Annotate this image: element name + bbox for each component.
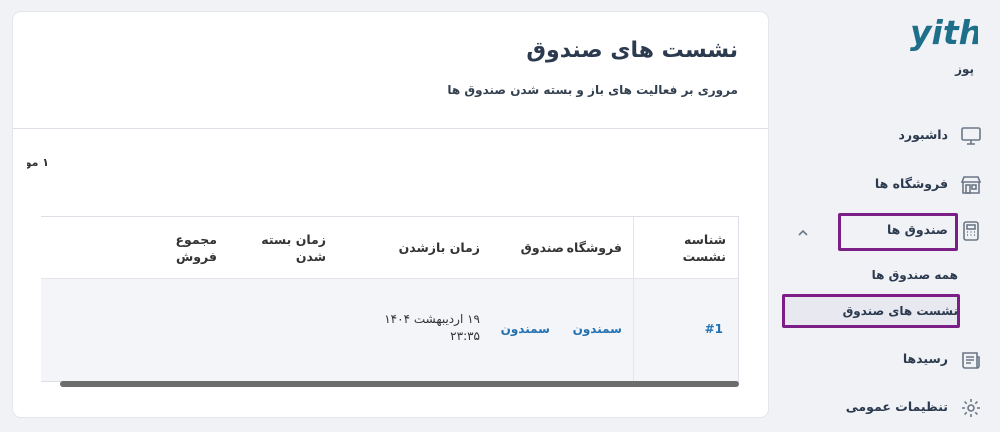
sidebar-subitem-all-registers[interactable]: همه صندوق ها [872,262,958,288]
sidebar-item-receipts[interactable]: رسیدها [792,345,982,375]
sidebar-item-label: داشبورد [898,127,948,142]
header-total-sales[interactable]: مجموع فروش [157,231,217,265]
yith-logo: yith [908,10,982,54]
svg-text:yith: yith [910,13,978,52]
store-icon [960,174,982,196]
sessions-highlight [782,294,960,328]
table-horizontal-scrollbar[interactable] [41,380,739,388]
sidebar-item-general-settings[interactable]: تنظیمات عمومی [792,393,982,423]
sidebar-item-dashboard[interactable]: داشبورد [792,121,982,151]
pagination-info: ۱ مورد [27,156,49,169]
header-store[interactable]: فروشگاه [567,239,622,256]
header-closed-at[interactable]: زمان بسته شدن [246,231,326,265]
session-id-link[interactable]: #1 [705,321,723,338]
header-register[interactable]: صندوق [521,239,564,256]
header-session-id[interactable]: شناسه نشست [666,231,726,265]
registers-highlight [838,213,958,251]
monitor-icon [960,125,982,147]
sessions-table: شناسه نشست فروشگاه صندوق زمان بازشدن زما… [41,216,739,382]
sidebar-item-label: فروشگاه ها [874,176,948,191]
sidebar-item-stores[interactable]: فروشگاه ها [792,170,982,200]
receipt-icon [960,349,982,371]
sidebar-item-label: تنظیمات عمومی [845,399,948,414]
store-link[interactable]: سمندون [573,321,622,338]
card-header: نشست های صندوق مروری بر فعالیت های باز و… [13,12,768,129]
page-title: نشست های صندوق [526,38,738,63]
scrollbar-thumb[interactable] [60,381,739,387]
opened-at-cell: ۱۹ اردیبهشت ۱۴۰۴ ۲۳:۳۵ [384,312,480,343]
page-subtitle: مروری بر فعالیت های باز و بسته شدن صندوق… [447,83,738,97]
gear-icon [960,397,982,419]
calculator-icon [960,220,982,242]
app-name: پوز [955,62,974,76]
register-link[interactable]: سمندون [501,321,550,338]
chevron-up-icon[interactable] [796,225,810,239]
column-divider [633,217,634,381]
sidebar-item-label: رسیدها [902,351,948,366]
header-opened-at[interactable]: زمان بازشدن [399,239,480,256]
